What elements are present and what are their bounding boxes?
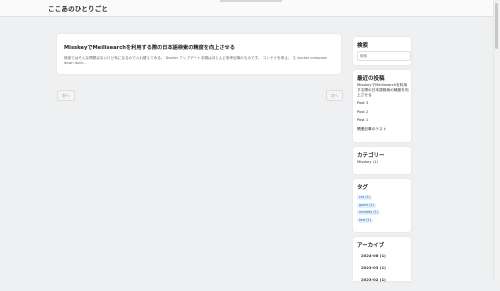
recent-posts-title: 最近の投稿	[357, 76, 385, 82]
recent-post-link[interactable]: 関連記事のテスト	[357, 127, 409, 132]
archive-link[interactable]: 2023-03 (1)	[361, 266, 386, 270]
recent-post-link[interactable]: Post 2	[357, 110, 409, 115]
search-input[interactable]	[357, 51, 411, 61]
recent-posts-widget: 最近の投稿 MisskeyでMeilisearchを利用する際の日本語検索の精度…	[353, 70, 411, 142]
header-decoration	[220, 0, 282, 2]
archive-link[interactable]: 2023-02 (1)	[361, 278, 386, 282]
category-link[interactable]: Misskey (1)	[357, 160, 409, 165]
prev-page-button[interactable]: 前へ	[57, 90, 75, 101]
recent-post-link[interactable]: MisskeyでMeilisearchを利用する際の日本語検索の精度を向上させる	[357, 83, 409, 98]
post-excerpt: 検索ではそんな問題はないけど気になるので入れ替えてみる。 Docker アップデ…	[64, 56, 327, 66]
archive-list: 2024-08 (1) 2023-03 (1) 2023-02 (1)	[361, 254, 386, 291]
archive-link[interactable]: 2024-08 (1)	[361, 254, 386, 258]
categories-widget: カテゴリー Misskey (1)	[353, 147, 411, 174]
next-page-button[interactable]: 次へ	[326, 90, 343, 101]
tag-chip[interactable]: misskey (1)	[357, 210, 381, 216]
archive-title: アーカイブ	[357, 243, 385, 249]
search-widget: 検索	[353, 37, 411, 65]
tag-chip[interactable]: game (1)	[357, 202, 377, 208]
tags-widget: タグ css (1) game (1) misskey (1) test (1)	[353, 179, 411, 232]
tags-title: タグ	[357, 185, 369, 191]
tag-chip[interactable]: css (1)	[357, 195, 372, 200]
site-title-link[interactable]: ここあのひとりごと	[48, 3, 108, 13]
site-header: ここあのひとりごと	[0, 0, 494, 17]
categories-title: カテゴリー	[357, 153, 385, 159]
tag-list: css (1) game (1) misskey (1) test (1)	[357, 195, 397, 225]
recent-posts-list: MisskeyでMeilisearchを利用する際の日本語検索の精度を向上させる…	[357, 83, 409, 135]
categories-list: Misskey (1)	[357, 160, 409, 168]
post-title[interactable]: MisskeyでMeilisearchを利用する際の日本語検索の精度を向上させる	[64, 44, 235, 51]
tag-chip[interactable]: test (1)	[357, 217, 374, 223]
page-scrollbar[interactable]	[493, 0, 500, 281]
search-widget-title: 検索	[357, 43, 369, 49]
recent-post-link[interactable]: Post 1	[357, 118, 409, 123]
scrollbar-thumb[interactable]	[495, 3, 498, 49]
recent-post-link[interactable]: Post 3	[357, 101, 409, 106]
post-card[interactable]: MisskeyでMeilisearchを利用する際の日本語検索の精度を向上させる…	[57, 34, 341, 74]
archive-widget: アーカイブ 2024-08 (1) 2023-03 (1) 2023-02 (1…	[353, 237, 411, 282]
